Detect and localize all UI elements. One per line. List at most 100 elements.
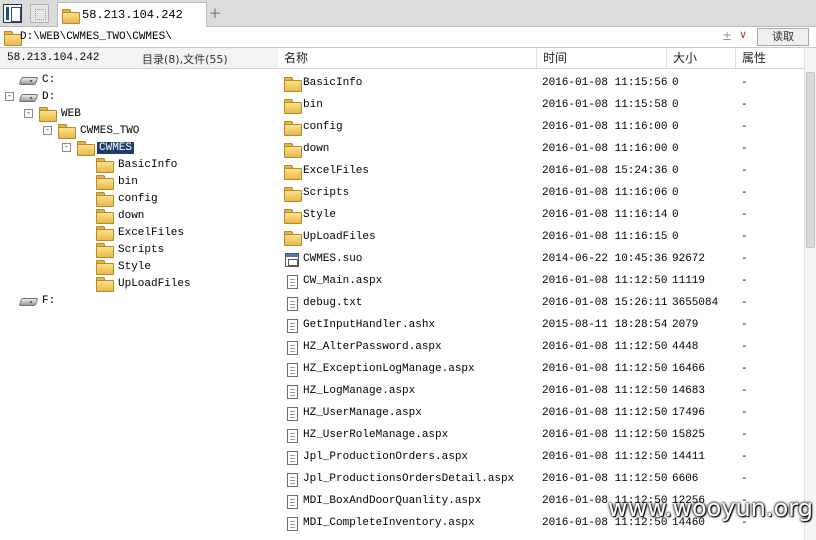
file-size: 14411 xyxy=(672,451,706,463)
file-row[interactable]: ExcelFiles 2016-01-08 15:24:36 0 - xyxy=(278,161,804,183)
address-bar: ± ∨ 读取 xyxy=(0,27,816,48)
tree-node-child[interactable]: Style xyxy=(96,258,153,275)
read-button[interactable]: 读取 xyxy=(757,28,809,46)
file-size: 0 xyxy=(672,121,679,133)
tree-node-cwmes-two[interactable]: CWMES_TWO xyxy=(58,122,141,139)
file-row[interactable]: HZ_UserManage.aspx 2016-01-08 11:12:50 174… xyxy=(278,403,804,425)
chevron-down-icon[interactable]: ∨ xyxy=(739,28,747,41)
left-panel-header: 58.213.104.242 目录(8),文件(55) xyxy=(0,48,278,69)
file-row[interactable]: bin 2016-01-08 11:15:58 0 - xyxy=(278,95,804,117)
suo-file-icon xyxy=(285,253,299,267)
drive-icon xyxy=(20,296,36,306)
tree-node-c[interactable]: C: xyxy=(20,71,57,88)
column-attr[interactable]: 属性 xyxy=(735,48,804,69)
file-name: down xyxy=(303,143,330,155)
file-row[interactable]: config 2016-01-08 11:16:00 0 - xyxy=(278,117,804,139)
file-name: config xyxy=(303,121,343,133)
tree-node-d[interactable]: D: xyxy=(20,88,57,105)
tree-node-child[interactable]: Scripts xyxy=(96,241,166,258)
file-attr: - xyxy=(741,143,748,155)
file-time: 2016-01-08 11:16:00 xyxy=(542,143,668,155)
file-time: 2016-01-08 11:12:50 xyxy=(542,429,668,441)
file-row[interactable]: Jpl_ProductionsOrdersDetail.aspx 2016-01-… xyxy=(278,469,804,491)
file-row[interactable]: Scripts 2016-01-08 11:16:06 0 - xyxy=(278,183,804,205)
dir-file-count: 目录(8),文件(55) xyxy=(142,53,228,66)
tab-host[interactable]: 58.213.104.242 xyxy=(57,2,207,27)
vertical-scrollbar[interactable] xyxy=(804,48,816,540)
file-name: BasicInfo xyxy=(303,77,363,89)
file-name: Jpl_ProductionOrders.aspx xyxy=(303,451,469,463)
file-row[interactable]: Jpl_ProductionOrders.aspx 2016-01-08 11:1… xyxy=(278,447,804,469)
file-time: 2016-01-08 15:24:36 xyxy=(542,165,668,177)
file-size: 0 xyxy=(672,209,679,221)
file-size: 0 xyxy=(672,231,679,243)
tree-node-f[interactable]: F: xyxy=(20,292,57,309)
folder-icon xyxy=(284,99,302,114)
file-row[interactable]: CWMES.suo 2014-06-22 10:45:36 92672 - xyxy=(278,249,804,271)
collapse-icon[interactable]: - xyxy=(24,109,33,118)
column-name[interactable]: 名称 xyxy=(278,48,536,69)
file-time: 2016-01-08 11:16:00 xyxy=(542,121,668,133)
tree-node-cwmes[interactable]: CWMES xyxy=(77,139,135,156)
file-attr: - xyxy=(741,429,748,441)
scrollbar-thumb[interactable] xyxy=(806,72,815,248)
host-label: 58.213.104.242 xyxy=(7,52,100,64)
new-tab-button[interactable]: + xyxy=(207,4,223,23)
file-icon xyxy=(287,297,298,311)
collapse-icon[interactable]: - xyxy=(62,143,71,152)
column-time[interactable]: 时间 xyxy=(536,48,666,69)
file-size: 0 xyxy=(672,165,679,177)
file-time: 2016-01-08 11:12:50 xyxy=(542,275,668,287)
file-attr: - xyxy=(741,231,748,243)
file-row[interactable]: UpLoadFiles 2016-01-08 11:16:15 0 - xyxy=(278,227,804,249)
file-attr: - xyxy=(741,121,748,133)
file-icon xyxy=(287,473,298,487)
file-name: GetInputHandler.ashx xyxy=(303,319,436,331)
file-list: BasicInfo 2016-01-08 11:15:56 0 - bin 2016-01… xyxy=(278,69,804,540)
folder-icon xyxy=(284,143,302,158)
file-size: 4448 xyxy=(672,341,699,353)
tree-node-web[interactable]: WEB xyxy=(39,105,83,122)
file-name: Jpl_ProductionsOrdersDetail.aspx xyxy=(303,473,515,485)
file-size: 0 xyxy=(672,77,679,89)
file-attr: - xyxy=(741,275,748,287)
path-input[interactable] xyxy=(20,29,710,45)
file-row[interactable]: debug.txt 2016-01-08 15:26:11 3655084 - xyxy=(278,293,804,315)
file-icon xyxy=(287,385,298,399)
file-row[interactable]: HZ_AlterPassword.aspx 2016-01-08 11:12:50… xyxy=(278,337,804,359)
panel-toggle-icon[interactable] xyxy=(3,4,22,23)
file-row[interactable]: HZ_ExceptionLogManage.aspx 2016-01-08 11:… xyxy=(278,359,804,381)
file-attr: - xyxy=(741,253,748,265)
tree-node-child[interactable]: down xyxy=(96,207,146,224)
tree-node-child[interactable]: UpLoadFiles xyxy=(96,275,193,292)
drive-icon xyxy=(20,75,36,85)
file-size: 6606 xyxy=(672,473,699,485)
collapse-icon[interactable]: - xyxy=(5,92,14,101)
file-row[interactable]: GetInputHandler.ashx 2015-08-11 18:28:54 2… xyxy=(278,315,804,337)
file-size: 0 xyxy=(672,187,679,199)
file-row[interactable]: HZ_LogManage.aspx 2016-01-08 11:12:50 1468… xyxy=(278,381,804,403)
file-row[interactable]: CW_Main.aspx 2016-01-08 11:12:50 11119 - xyxy=(278,271,804,293)
collapse-icon[interactable]: - xyxy=(43,126,52,135)
file-row[interactable]: Style 2016-01-08 11:16:14 0 - xyxy=(278,205,804,227)
file-attr: - xyxy=(741,297,748,309)
plus-minus-icon[interactable]: ± xyxy=(722,29,732,43)
secondary-panel-icon[interactable] xyxy=(30,4,49,23)
file-size: 11119 xyxy=(672,275,706,287)
folder-icon xyxy=(96,209,114,224)
directory-tree: C: - D: - WEB - CWMES_TWO - CWMES BasicI… xyxy=(0,69,278,540)
file-size: 14683 xyxy=(672,385,706,397)
file-icon xyxy=(287,451,298,465)
file-row[interactable]: HZ_UserRoleManage.aspx 2016-01-08 11:12:5… xyxy=(278,425,804,447)
tree-node-child[interactable]: ExcelFiles xyxy=(96,224,186,241)
file-time: 2016-01-08 11:15:56 xyxy=(542,77,668,89)
column-size[interactable]: 大小 xyxy=(666,48,735,69)
file-row[interactable]: down 2016-01-08 11:16:00 0 - xyxy=(278,139,804,161)
tree-node-child[interactable]: BasicInfo xyxy=(96,156,179,173)
tree-node-child[interactable]: config xyxy=(96,190,160,207)
file-attr: - xyxy=(741,407,748,419)
file-time: 2015-08-11 18:28:54 xyxy=(542,319,668,331)
file-row[interactable]: BasicInfo 2016-01-08 11:15:56 0 - xyxy=(278,73,804,95)
folder-icon xyxy=(39,107,57,122)
tree-node-child[interactable]: bin xyxy=(96,173,140,190)
